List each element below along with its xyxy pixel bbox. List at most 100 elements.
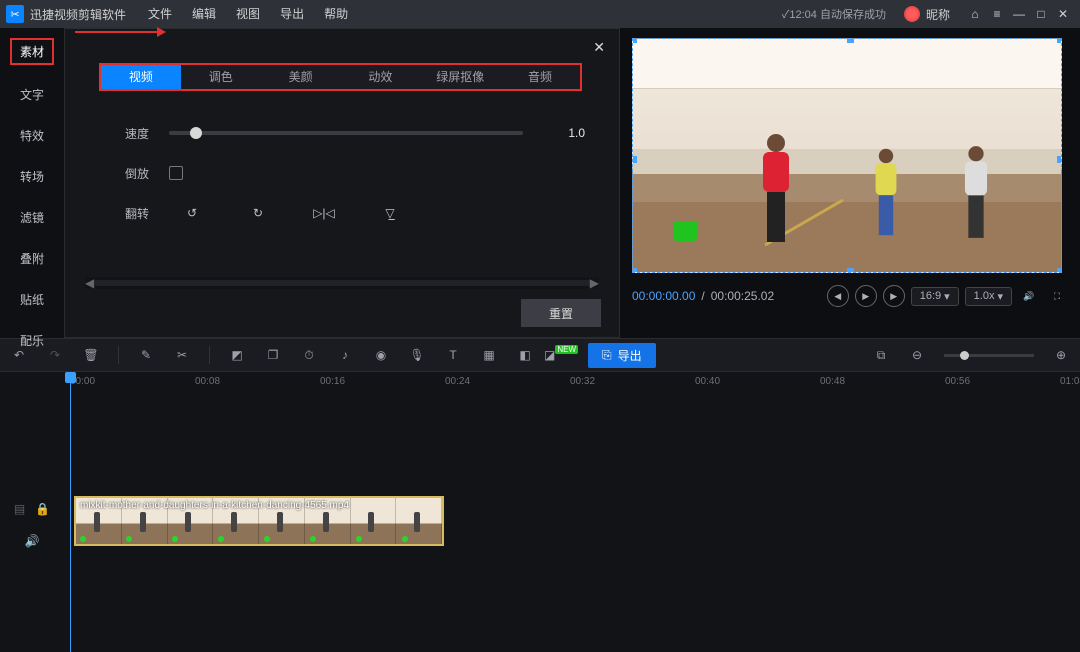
autosave-status: ✓12:04 自动保存成功 bbox=[782, 6, 886, 22]
main-area: 素材 文字 特效 转场 滤镜 叠附 贴纸 配乐 ✕ 视频 调色 美颜 动效 绿屏… bbox=[0, 28, 1080, 338]
tool-icon[interactable]: ◧ bbox=[516, 348, 534, 362]
menu-edit[interactable]: 编辑 bbox=[182, 0, 226, 28]
flip-horizontal-icon[interactable]: ▷|◁ bbox=[301, 200, 347, 226]
property-tabs: 视频 调色 美颜 动效 绿屏抠像 音频 bbox=[99, 63, 582, 91]
menu-view[interactable]: 视图 bbox=[226, 0, 270, 28]
cut-icon[interactable]: ✂ bbox=[173, 348, 191, 362]
volume-icon[interactable]: 🔊 bbox=[1018, 285, 1040, 307]
tick: 00:48 bbox=[820, 376, 845, 387]
video-clip[interactable]: mixkit-mother-and-daughters-in-a-kitchen… bbox=[74, 496, 444, 546]
menu-file[interactable]: 文件 bbox=[138, 0, 182, 28]
tab-audio[interactable]: 音频 bbox=[500, 65, 580, 89]
rail-sticker[interactable]: 贴纸 bbox=[12, 288, 52, 311]
new-badge: NEW bbox=[555, 345, 578, 354]
flip-label: 翻转 bbox=[99, 205, 149, 222]
home-icon[interactable]: ⌂ bbox=[964, 7, 986, 21]
close-icon[interactable]: ✕ bbox=[593, 39, 605, 56]
menu-icon[interactable]: ≡ bbox=[986, 7, 1008, 21]
property-body: 速度 1.0 倒放 翻转 ↺ ↻ ▷|◁ ▽̲ bbox=[99, 113, 585, 233]
close-button[interactable]: ✕ bbox=[1052, 7, 1074, 21]
mosaic-icon[interactable]: ▦ bbox=[480, 348, 498, 362]
clip-filename: mixkit-mother-and-daughters-in-a-kitchen… bbox=[80, 500, 349, 511]
maximize-button[interactable]: □ bbox=[1030, 7, 1052, 21]
text-icon[interactable]: T bbox=[444, 348, 462, 362]
property-panel: ✕ 视频 调色 美颜 动效 绿屏抠像 音频 速度 1.0 倒放 翻转 ↺ ↻ ▷ bbox=[64, 28, 620, 338]
play-button[interactable]: ▶ bbox=[855, 285, 877, 307]
reverse-row: 倒放 bbox=[99, 153, 585, 193]
time-ruler[interactable]: 00:00 00:08 00:16 00:24 00:32 00:40 00:4… bbox=[70, 372, 1070, 396]
rail-transition[interactable]: 转场 bbox=[12, 165, 52, 188]
timeline-toolbar: ↶ ↷ 🗑 ✎ ✂ ◩ ❐ ⏱ ♪ ◉ 🎙 T ▦ ◧ ◪NEW ⎘ 导出 ⧉ … bbox=[0, 338, 1080, 372]
menu-help[interactable]: 帮助 bbox=[314, 0, 358, 28]
next-frame-button[interactable]: ▶ bbox=[883, 285, 905, 307]
flip-row: 翻转 ↺ ↻ ▷|◁ ▽̲ bbox=[99, 193, 585, 233]
flip-vertical-icon[interactable]: ▽̲ bbox=[367, 200, 413, 226]
delete-icon[interactable]: 🗑 bbox=[82, 348, 100, 362]
app-name: 迅捷视频剪辑软件 bbox=[30, 6, 126, 23]
tick: 00:16 bbox=[320, 376, 345, 387]
zoom-in-icon[interactable]: ⊕ bbox=[1052, 348, 1070, 362]
panel-scrollbar[interactable]: ◀▶ bbox=[85, 277, 599, 289]
lock-icon[interactable]: 🔒 bbox=[35, 502, 50, 516]
rail-material[interactable]: 素材 bbox=[10, 38, 54, 65]
record-icon[interactable]: ◉ bbox=[372, 348, 390, 362]
rail-effects[interactable]: 特效 bbox=[12, 124, 52, 147]
aspect-ratio-select[interactable]: 16:9▾ bbox=[911, 287, 959, 306]
title-bar: ✂ 迅捷视频剪辑软件 文件 编辑 视图 导出 帮助 ✓12:04 自动保存成功 … bbox=[0, 0, 1080, 28]
avatar[interactable] bbox=[904, 6, 920, 22]
video-track-head: ▤ 🔒 bbox=[0, 502, 64, 516]
main-menu: 文件 编辑 视图 导出 帮助 bbox=[138, 0, 358, 28]
bucket-graphic bbox=[673, 222, 697, 242]
speed-label: 速度 bbox=[99, 125, 149, 142]
rotate-ccw-icon[interactable]: ↺ bbox=[169, 200, 215, 226]
speed-value: 1.0 bbox=[543, 126, 585, 140]
reset-button[interactable]: 重置 bbox=[521, 299, 601, 327]
playback-rate-select[interactable]: 1.0x▾ bbox=[965, 287, 1012, 306]
rail-text[interactable]: 文字 bbox=[12, 83, 52, 106]
tab-beauty[interactable]: 美颜 bbox=[261, 65, 341, 89]
crop-icon[interactable]: ◩ bbox=[228, 348, 246, 362]
prev-frame-button[interactable]: ◀ bbox=[827, 285, 849, 307]
snapshot-icon[interactable]: ⧉ bbox=[872, 348, 890, 363]
speed-icon[interactable]: ⏱ bbox=[300, 348, 318, 363]
reverse-label: 倒放 bbox=[99, 165, 149, 182]
tick: 00:40 bbox=[695, 376, 720, 387]
film-icon: ▤ bbox=[14, 502, 25, 516]
speed-slider[interactable] bbox=[169, 131, 523, 135]
audio-track-head: 🔊 bbox=[0, 534, 64, 548]
tab-video[interactable]: 视频 bbox=[101, 65, 181, 89]
rail-filter[interactable]: 滤镜 bbox=[12, 206, 52, 229]
zoom-slider[interactable] bbox=[944, 354, 1034, 357]
adjust-icon[interactable]: ♪ bbox=[336, 348, 354, 362]
timeline: 00:00 00:08 00:16 00:24 00:32 00:40 00:4… bbox=[0, 372, 1080, 652]
nickname[interactable]: 昵称 bbox=[926, 6, 950, 23]
edit-icon[interactable]: ✎ bbox=[137, 348, 155, 362]
tab-greenscreen[interactable]: 绿屏抠像 bbox=[420, 65, 500, 89]
export-button[interactable]: ⎘ 导出 bbox=[588, 343, 656, 368]
time-total: 00:00:25.02 bbox=[711, 289, 774, 303]
undo-icon[interactable]: ↶ bbox=[10, 348, 28, 362]
annotation-arrow bbox=[75, 31, 163, 55]
playhead[interactable] bbox=[70, 372, 71, 652]
rotate-cw-icon[interactable]: ↻ bbox=[235, 200, 281, 226]
tick: 00:56 bbox=[945, 376, 970, 387]
preview-canvas[interactable] bbox=[632, 38, 1062, 273]
app-icon: ✂ bbox=[6, 5, 24, 23]
tick: 00:32 bbox=[570, 376, 595, 387]
tick: 00:24 bbox=[445, 376, 470, 387]
speaker-icon[interactable]: 🔊 bbox=[25, 534, 40, 548]
tick: 00:08 bbox=[195, 376, 220, 387]
menu-export[interactable]: 导出 bbox=[270, 0, 314, 28]
rail-overlay[interactable]: 叠附 bbox=[12, 247, 52, 270]
copy-icon[interactable]: ❐ bbox=[264, 348, 282, 362]
tab-motion[interactable]: 动效 bbox=[340, 65, 420, 89]
redo-icon[interactable]: ↷ bbox=[46, 348, 64, 362]
zoom-out-icon[interactable]: ⊖ bbox=[908, 348, 926, 362]
mic-icon[interactable]: 🎙 bbox=[408, 348, 426, 362]
minimize-button[interactable]: — bbox=[1008, 7, 1030, 21]
tab-color[interactable]: 调色 bbox=[181, 65, 261, 89]
feature-icon[interactable]: ◪NEW bbox=[552, 348, 570, 362]
reverse-checkbox[interactable] bbox=[169, 166, 183, 180]
fullscreen-icon[interactable]: ⛶ bbox=[1046, 285, 1068, 307]
preview-controls: 00:00:00.00 / 00:00:25.02 ◀ ▶ ▶ 16:9▾ 1.… bbox=[632, 285, 1068, 307]
